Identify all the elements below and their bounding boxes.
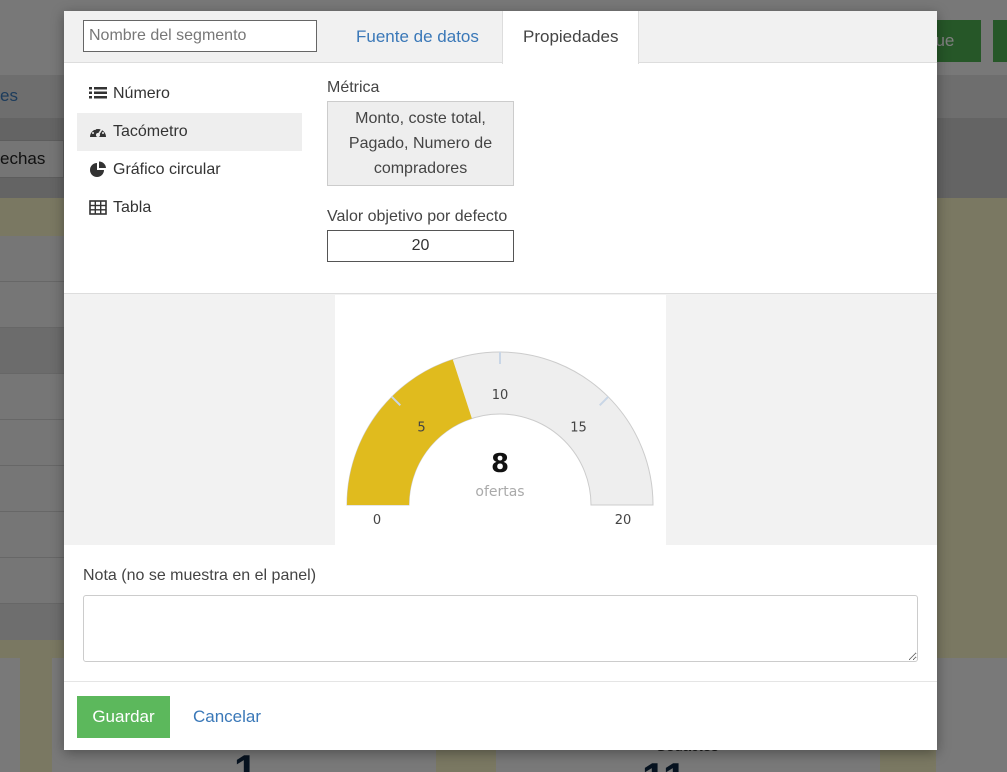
viz-type-label: Número bbox=[113, 85, 170, 102]
list-icon bbox=[89, 87, 107, 99]
gauge-chart: 0 5 10 15 20 8 ofertas bbox=[346, 351, 654, 528]
segment-modal: Fuente de datos Propiedades Número Tacóm… bbox=[64, 11, 937, 750]
metric-label: Métrica bbox=[327, 79, 380, 96]
segment-name-input[interactable] bbox=[83, 20, 317, 52]
gauge-card: 0 5 10 15 20 8 ofertas bbox=[335, 295, 666, 546]
tachometer-icon bbox=[90, 128, 106, 137]
gauge-tick-label: 5 bbox=[417, 421, 425, 436]
metric-selector[interactable]: Monto, coste total, Pagado, Numero de co… bbox=[327, 101, 514, 186]
target-value-input[interactable] bbox=[327, 230, 514, 262]
tab-data-source[interactable]: Fuente de datos bbox=[336, 11, 499, 63]
note-textarea[interactable] bbox=[83, 595, 918, 662]
viz-type-table[interactable]: Tabla bbox=[77, 189, 302, 227]
viz-type-label: Tacómetro bbox=[113, 123, 188, 140]
viz-type-tachometer[interactable]: Tacómetro bbox=[77, 113, 302, 151]
metric-line: compradores bbox=[373, 160, 468, 177]
pie-chart-icon bbox=[90, 161, 106, 177]
metric-line: Pagado, Numero de bbox=[348, 135, 493, 152]
gauge-value-label: 8 bbox=[491, 449, 509, 479]
viz-type-pie-chart[interactable]: Gráfico circular bbox=[77, 151, 302, 189]
cancel-button[interactable]: Cancelar bbox=[193, 707, 261, 727]
viz-type-label: Gráfico circular bbox=[113, 161, 221, 178]
gauge-unit-label: ofertas bbox=[475, 484, 524, 500]
viz-type-label: Tabla bbox=[113, 199, 152, 216]
modal-header: Fuente de datos Propiedades bbox=[64, 11, 937, 64]
visualization-type-list: Número Tacómetro Gráfico circular Tabla bbox=[77, 75, 302, 227]
chart-preview-area: 0 5 10 15 20 8 ofertas bbox=[64, 293, 937, 546]
save-button[interactable]: Guardar bbox=[77, 696, 170, 738]
gauge-tick-label: 0 bbox=[373, 513, 381, 528]
gauge-tick-label: 15 bbox=[570, 421, 587, 436]
modal-footer: Guardar Cancelar bbox=[64, 681, 937, 750]
tab-properties[interactable]: Propiedades bbox=[502, 11, 640, 64]
table-icon bbox=[89, 200, 107, 215]
viz-type-number[interactable]: Número bbox=[77, 75, 302, 113]
gauge-tick-label: 20 bbox=[615, 513, 632, 528]
note-label: Nota (no se muestra en el panel) bbox=[83, 567, 317, 584]
metric-line: Monto, coste total, bbox=[355, 110, 486, 127]
target-value-label: Valor objetivo por defecto bbox=[327, 208, 508, 225]
gauge-tick-label: 10 bbox=[492, 388, 509, 403]
